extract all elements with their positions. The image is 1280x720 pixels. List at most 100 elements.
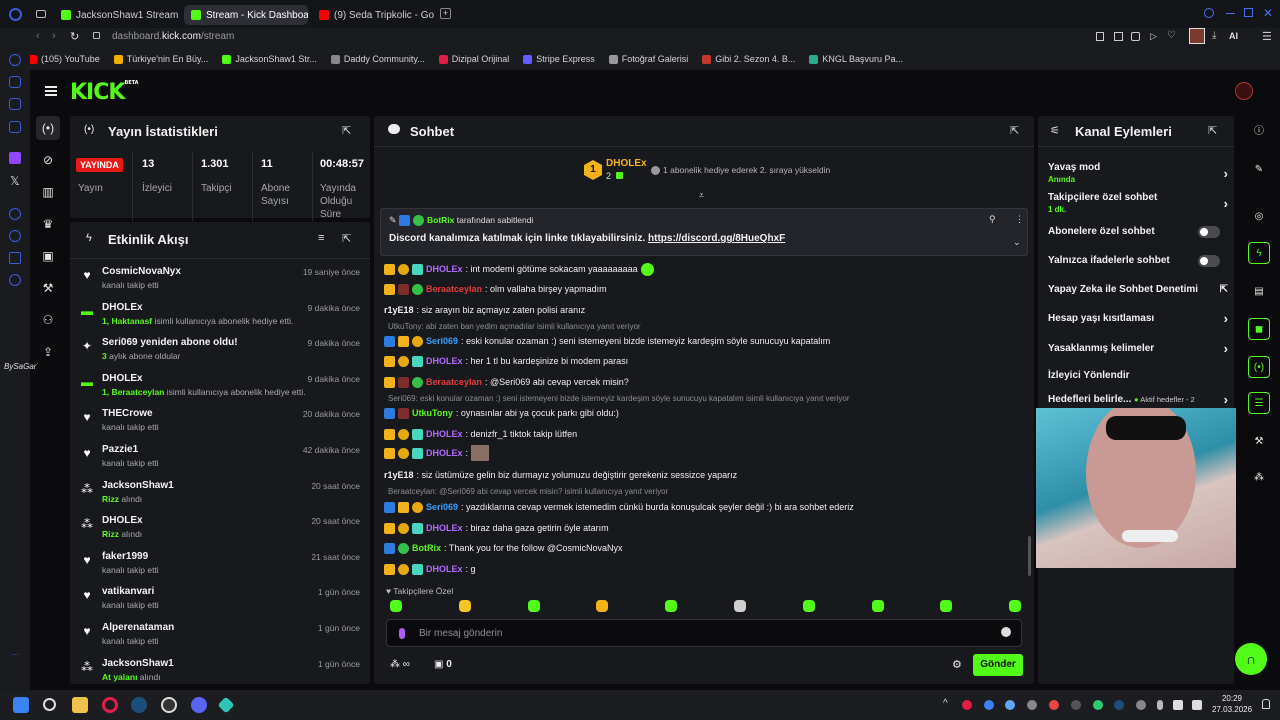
sidebar-bookmark-icon[interactable] xyxy=(9,252,21,264)
mic-tray-icon[interactable] xyxy=(1157,700,1163,710)
activity-item[interactable]: ♥ CosmicNovaNyx kanalı takip etti 19 saniye… xyxy=(80,266,360,300)
channel-action-item[interactable]: İzleyici Yönlendir xyxy=(1048,370,1228,381)
chat-username[interactable]: Beraatceylan xyxy=(426,284,482,294)
tray-icon[interactable] xyxy=(962,700,972,710)
chat-message[interactable]: r1yE18: siz arayın biz açmayız zaten pol… xyxy=(384,303,1024,317)
mic-icon[interactable] xyxy=(399,628,405,639)
chat-message[interactable]: DHOLEx: int modemi götüme sokacam yaaaaa… xyxy=(384,262,1024,276)
nav-stream-icon[interactable]: (•) xyxy=(36,116,60,140)
chevron-right-icon[interactable]: › xyxy=(1224,311,1228,326)
activity-item[interactable]: ⁂ JacksonShaw1 At yalanı alındı 1 gün önce xyxy=(80,658,360,684)
popout-icon[interactable]: ⇱ xyxy=(342,124,354,137)
ai-button[interactable]: AI xyxy=(1229,31,1238,41)
emoji-picker-icon[interactable] xyxy=(1001,627,1011,637)
browser-tab-dashboard[interactable]: Stream - Kick Dashboard xyxy=(184,5,308,25)
channel-action-item[interactable]: Yasaklanmış kelimeler › xyxy=(1048,341,1228,356)
collapse-chevron-icon[interactable]: ⌄ xyxy=(1013,237,1021,248)
search-icon[interactable] xyxy=(43,698,56,711)
discord-icon[interactable] xyxy=(191,697,207,713)
points-icon[interactable]: ⁂ ∞ xyxy=(390,659,410,670)
close-window-button[interactable]: ✕ xyxy=(1263,6,1273,20)
chevron-right-icon[interactable]: › xyxy=(1224,166,1228,181)
chat-username[interactable]: DHOLEx xyxy=(426,448,463,458)
document-icon[interactable]: ▤ xyxy=(1248,280,1270,302)
nav-media-icon[interactable]: ▣ xyxy=(36,244,60,268)
emote-icon[interactable] xyxy=(665,600,678,612)
filter-icon[interactable]: ≡ xyxy=(318,232,330,244)
chat-input[interactable]: Bir mesaj gönderin xyxy=(386,619,1022,647)
tray-icon[interactable] xyxy=(1136,700,1146,710)
emote-icon[interactable] xyxy=(802,600,815,612)
nav-chart-icon[interactable]: ▥ xyxy=(36,180,60,204)
chevron-right-icon[interactable]: › xyxy=(1224,341,1228,356)
pinned-message[interactable]: ✎ BotRix tarafından sabitlendi Discord k… xyxy=(380,208,1028,256)
sidebar-workspace-icon[interactable] xyxy=(9,76,21,88)
sidebar-more-icon[interactable]: ··· xyxy=(11,650,19,659)
chat-message[interactable]: Seri069: eski konular ozaman :) seni ist… xyxy=(384,334,1024,348)
popout-icon[interactable]: ⇱ xyxy=(1010,124,1022,137)
emote-icon[interactable] xyxy=(871,600,884,612)
obs-icon[interactable] xyxy=(161,697,177,713)
activity-item[interactable]: ▬ DHOLEx 1, Haktanasf isimli kullanıcıya a… xyxy=(80,302,360,336)
activity-item[interactable]: ♥ faker1999 kanalı takip etti 21 saat önce xyxy=(80,551,360,585)
emote-icon[interactable] xyxy=(390,600,402,612)
play-icon[interactable]: ▷ xyxy=(1150,31,1157,42)
chat-username[interactable]: DHOLEx xyxy=(426,429,463,439)
activity-item[interactable]: ♥ Pazzie1 kanalı takip etti 42 dakika önce xyxy=(80,444,360,478)
rightnav-broadcast-icon[interactable]: (•) xyxy=(1248,356,1270,378)
gift-shop-icon[interactable]: ▣ 0 xyxy=(434,659,452,670)
sidebar-ai-icon[interactable] xyxy=(9,54,21,66)
sidebar-twitch-icon[interactable] xyxy=(9,152,21,164)
tab-workspaces-icon[interactable] xyxy=(36,10,46,18)
browser-tab-youtube[interactable]: (9) Seda Tripkolic - Go xyxy=(312,5,436,25)
shield-icon[interactable] xyxy=(1131,32,1140,41)
sidebar-player-icon[interactable] xyxy=(9,208,21,220)
chat-username[interactable]: DHOLEx xyxy=(426,564,463,574)
popout-icon[interactable]: ⇱ xyxy=(1208,124,1220,137)
chat-message[interactable]: Beraatceylan: olm vallaha birşey yapmadı… xyxy=(384,282,1024,296)
forward-icon[interactable]: › xyxy=(52,30,56,42)
new-tab-button[interactable]: + xyxy=(440,8,451,19)
channel-action-item[interactable]: Yapay Zeka ile Sohbet Denetimi ⇱ xyxy=(1048,284,1228,295)
chat-scrollbar[interactable] xyxy=(1028,536,1031,576)
nav-trophy-icon[interactable]: ♛ xyxy=(36,212,60,236)
emote-icon[interactable] xyxy=(458,600,471,612)
bookmark-item[interactable]: Gibi 2. Sezon 4. B... xyxy=(702,52,795,66)
chat-message[interactable]: UtkuTony: oynasınlar abi ya çocuk parkı … xyxy=(384,406,1024,420)
emote-icon[interactable] xyxy=(527,600,540,612)
chat-settings-icon[interactable]: ⚙ xyxy=(952,658,962,671)
popout-icon[interactable]: ⇱ xyxy=(342,232,354,245)
capture-icon[interactable]: ◎ xyxy=(1248,205,1270,227)
notification-icon[interactable] xyxy=(1262,699,1270,709)
chat-message[interactable]: Seri069: yazdıklarına cevap vermek istem… xyxy=(384,500,1024,514)
opera-logo-icon[interactable] xyxy=(9,8,22,21)
toggle-switch[interactable] xyxy=(1198,226,1220,238)
emote-icon[interactable] xyxy=(734,600,746,612)
pin-icon[interactable] xyxy=(1096,32,1104,41)
edit-icon[interactable]: ✎ xyxy=(1248,158,1270,180)
bookmark-item[interactable]: Dizipal Orijinal xyxy=(438,52,509,66)
unpin-icon[interactable]: ⚲ xyxy=(989,214,996,225)
activity-item[interactable]: ⁂ JacksonShaw1 Rizz alındı 20 saat önce xyxy=(80,480,360,514)
file-explorer-icon[interactable] xyxy=(72,697,88,713)
emote-icon[interactable] xyxy=(596,600,609,612)
clock[interactable]: 20:29 27.03.2026 xyxy=(1212,693,1252,715)
app-icon[interactable] xyxy=(217,696,235,714)
support-button[interactable]: ∩ xyxy=(1235,643,1267,675)
chat-username[interactable]: DHOLEx xyxy=(426,523,463,533)
chat-message[interactable]: BotRix: Thank you for the follow @Cosmic… xyxy=(384,541,1024,555)
download-icon[interactable]: ⤓ xyxy=(1212,30,1216,41)
activity-item[interactable]: ▬ DHOLEx 1, Beraatceylan isimli kullanıcıy… xyxy=(80,373,360,407)
emote-icon[interactable] xyxy=(1009,600,1022,612)
send-button[interactable]: Gönder xyxy=(973,654,1023,676)
chat-username[interactable]: r1yE18 xyxy=(384,305,414,315)
bookmark-item[interactable]: KNGL Başvuru Pa... xyxy=(809,52,903,66)
tray-icon[interactable] xyxy=(984,700,994,710)
back-icon[interactable]: ‹ xyxy=(36,30,40,42)
activity-item[interactable]: ♥ THECrowe kanalı takip etti 20 dakika önce xyxy=(80,408,360,442)
sidebar-x-icon[interactable]: 𝕏 xyxy=(10,174,20,188)
webcam-preview[interactable] xyxy=(1036,408,1236,568)
url-field[interactable]: dashboard.kick.com/stream xyxy=(112,31,234,42)
rightnav-chat-icon[interactable]: ◼ xyxy=(1248,318,1270,340)
tray-icon[interactable] xyxy=(1114,700,1124,710)
